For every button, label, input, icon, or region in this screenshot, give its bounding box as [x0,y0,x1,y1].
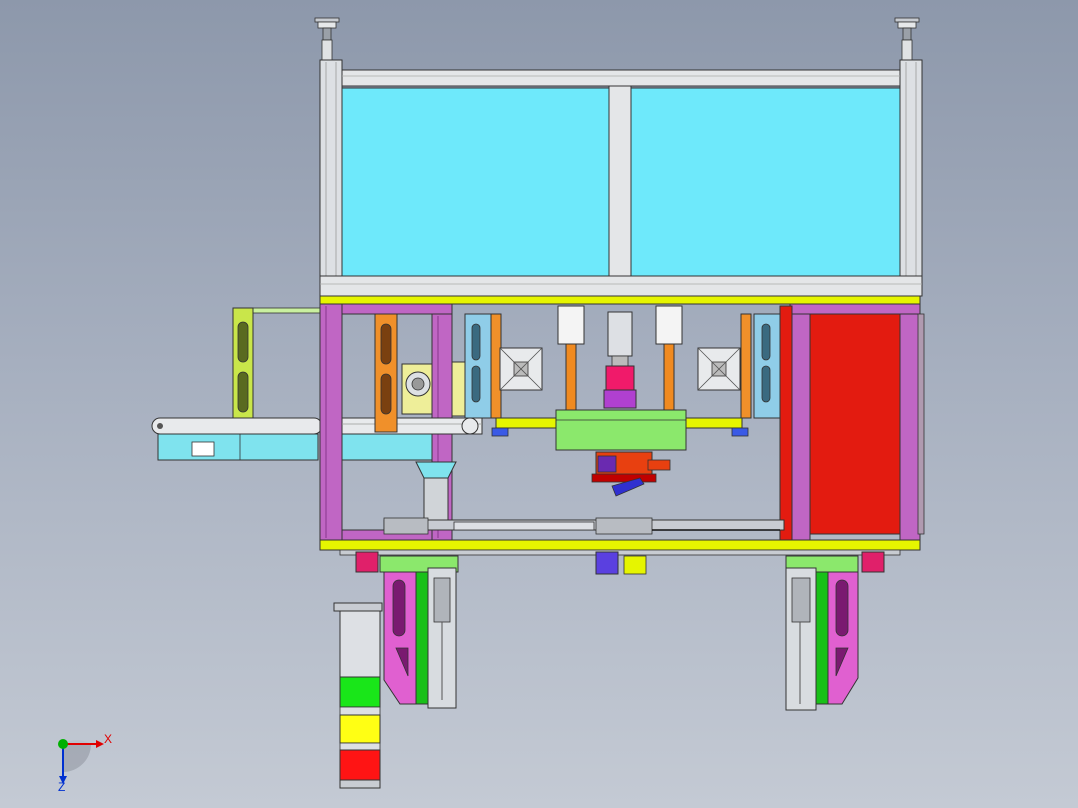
cylinder-center [603,311,637,409]
cylinder-left [557,305,585,411]
leveling-foot-right [894,17,920,61]
glass-panel-right [630,87,901,277]
conveyor-left [151,307,323,461]
bottom-plate [319,539,921,551]
conveyor-rails [341,417,483,461]
press-module [464,305,781,497]
profile-block-right [697,347,741,391]
top-plate [319,295,921,305]
z-axis-label: Z [58,780,65,794]
signal-light-green [339,676,381,708]
orange-bracket-left [374,313,398,433]
clamp-right [861,551,885,573]
glass-panel-left [341,87,610,277]
bottom-rail [339,549,901,556]
clamp-center [595,551,619,575]
leveling-foot-left [314,17,340,61]
leg-assembly-right [785,555,859,711]
signal-light-yellow [339,714,381,744]
leg-assembly-left [379,555,459,709]
signal-tower [333,602,383,789]
cylinder-right [655,305,683,411]
profile-block-left [499,347,543,391]
gripper-head [591,451,671,497]
clamp-left [355,551,379,573]
signal-light-red [339,749,381,781]
cad-viewport[interactable]: X Z [0,0,1078,808]
clamp-connector [623,555,647,575]
x-axis-label: X [104,732,112,746]
axis-triad: X Z [58,732,112,794]
